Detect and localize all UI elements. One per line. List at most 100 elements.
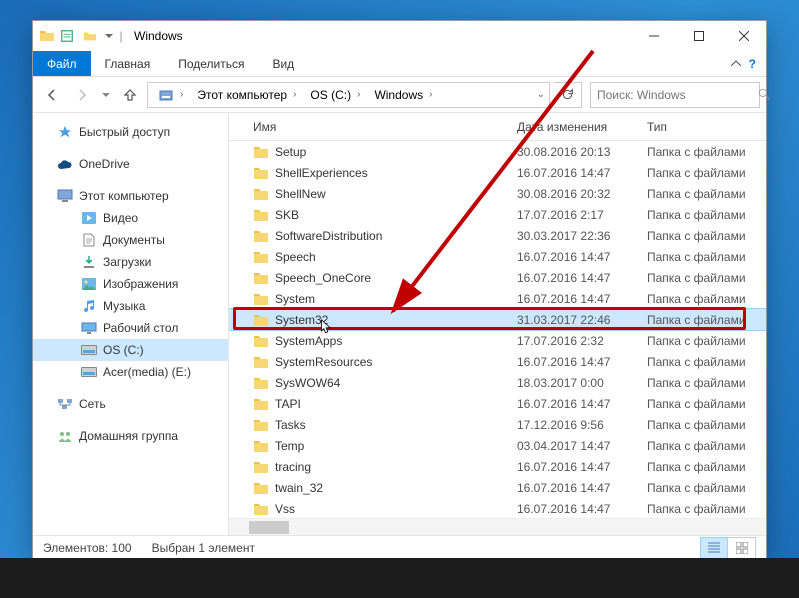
file-name: TAPI [275, 397, 301, 411]
tree-homegroup[interactable]: Домашняя группа [33, 425, 228, 447]
table-row[interactable]: SoftwareDistribution30.03.2017 22:36Папк… [229, 225, 766, 246]
tree-network[interactable]: Сеть [33, 393, 228, 415]
table-row[interactable]: System3231.03.2017 22:46Папка с файлами [229, 309, 766, 330]
table-row[interactable]: Temp03.04.2017 14:47Папка с файлами [229, 435, 766, 456]
tree-onedrive[interactable]: OneDrive [33, 153, 228, 175]
qat-new-folder-button[interactable] [79, 25, 101, 47]
file-date: 17.07.2016 2:17 [509, 208, 639, 222]
up-button[interactable] [117, 82, 143, 108]
table-row[interactable]: Tasks17.12.2016 9:56Папка с файлами [229, 414, 766, 435]
tree-os-c[interactable]: OS (C:) [33, 339, 228, 361]
file-date: 31.03.2017 22:46 [509, 313, 639, 327]
search-input[interactable] [597, 88, 752, 102]
tree-documents[interactable]: Документы [33, 229, 228, 251]
folder-icon [253, 229, 269, 243]
tree-music[interactable]: Музыка [33, 295, 228, 317]
table-row[interactable]: System16.07.2016 14:47Папка с файлами [229, 288, 766, 309]
file-name: SystemApps [275, 334, 342, 348]
refresh-button[interactable] [554, 82, 582, 108]
table-row[interactable]: Speech16.07.2016 14:47Папка с файлами [229, 246, 766, 267]
view-icons-button[interactable] [728, 537, 756, 559]
table-row[interactable]: SysWOW6418.03.2017 0:00Папка с файлами [229, 372, 766, 393]
breadcrumb-folder[interactable]: Windows› [368, 83, 438, 107]
table-row[interactable]: Setup30.08.2016 20:13Папка с файлами [229, 141, 766, 162]
tree-this-pc[interactable]: Этот компьютер [33, 185, 228, 207]
table-row[interactable]: TAPI16.07.2016 14:47Папка с файлами [229, 393, 766, 414]
table-row[interactable]: Vss16.07.2016 14:47Папка с файлами [229, 498, 766, 518]
file-list: Имя Дата изменения Тип Setup30.08.2016 2… [229, 113, 766, 535]
column-headers[interactable]: Имя Дата изменения Тип [229, 113, 766, 141]
file-date: 17.12.2016 9:56 [509, 418, 639, 432]
view-details-button[interactable] [700, 537, 728, 559]
back-button[interactable] [39, 82, 65, 108]
h-scroll-thumb[interactable] [249, 521, 289, 534]
status-selection: Выбран 1 элемент [152, 541, 255, 555]
ribbon-expand-icon[interactable] [731, 59, 741, 69]
file-type: Папка с файлами [639, 481, 766, 495]
folder-icon [253, 145, 269, 159]
file-type: Папка с файлами [639, 271, 766, 285]
file-date: 16.07.2016 14:47 [509, 397, 639, 411]
file-date: 16.07.2016 14:47 [509, 292, 639, 306]
breadcrumb-root-icon[interactable]: › [152, 83, 189, 107]
breadcrumb[interactable]: › Этот компьютер› OS (C:)› Windows› ⌄ [147, 82, 550, 108]
col-date[interactable]: Дата изменения [509, 120, 639, 134]
folder-icon [253, 208, 269, 222]
file-type: Папка с файлами [639, 376, 766, 390]
breadcrumb-pc[interactable]: Этот компьютер› [191, 83, 302, 107]
folder-icon [253, 439, 269, 453]
folder-icon [253, 187, 269, 201]
table-row[interactable]: ShellNew30.08.2016 20:32Папка с файлами [229, 183, 766, 204]
file-type: Папка с файлами [639, 187, 766, 201]
folder-icon [253, 460, 269, 474]
table-row[interactable]: Speech_OneCore16.07.2016 14:47Папка с фа… [229, 267, 766, 288]
search-box[interactable] [590, 82, 760, 108]
minimize-button[interactable] [631, 21, 676, 51]
tree-downloads[interactable]: Загрузки [33, 251, 228, 273]
tree-acer-e[interactable]: Acer(media) (E:) [33, 361, 228, 383]
file-date: 16.07.2016 14:47 [509, 271, 639, 285]
forward-button[interactable] [69, 82, 95, 108]
table-row[interactable]: SKB17.07.2016 2:17Папка с файлами [229, 204, 766, 225]
nav-tree[interactable]: Быстрый доступ OneDrive Этот компьютер В… [33, 113, 229, 535]
file-type: Папка с файлами [639, 229, 766, 243]
status-bar: Элементов: 100 Выбран 1 элемент [33, 535, 766, 559]
file-type: Папка с файлами [639, 439, 766, 453]
tab-view[interactable]: Вид [258, 51, 308, 76]
file-date: 16.07.2016 14:47 [509, 502, 639, 516]
table-row[interactable]: ShellExperiences16.07.2016 14:47Папка с … [229, 162, 766, 183]
taskbar[interactable] [0, 558, 799, 598]
ribbon-help-icon[interactable]: ? [749, 57, 756, 71]
network-icon [57, 396, 73, 412]
file-name: System32 [275, 313, 328, 327]
tree-video[interactable]: Видео [33, 207, 228, 229]
file-date: 30.03.2017 22:36 [509, 229, 639, 243]
tab-home[interactable]: Главная [91, 51, 165, 76]
table-row[interactable]: SystemApps17.07.2016 2:32Папка с файлами [229, 330, 766, 351]
file-type: Папка с файлами [639, 208, 766, 222]
tab-share[interactable]: Поделиться [164, 51, 258, 76]
tree-quick-access[interactable]: Быстрый доступ [33, 121, 228, 143]
table-row[interactable]: twain_3216.07.2016 14:47Папка с файлами [229, 477, 766, 498]
col-name[interactable]: Имя [229, 120, 509, 134]
file-rows[interactable]: Setup30.08.2016 20:13Папка с файламиShel… [229, 141, 766, 518]
breadcrumb-dropdown-icon[interactable]: ⌄ [537, 89, 545, 100]
cloud-icon [57, 156, 73, 172]
tree-desktop[interactable]: Рабочий стол [33, 317, 228, 339]
file-type: Папка с файлами [639, 460, 766, 474]
col-type[interactable]: Тип [639, 120, 766, 134]
close-button[interactable] [721, 21, 766, 51]
tree-pictures[interactable]: Изображения [33, 273, 228, 295]
file-name: System [275, 292, 315, 306]
file-name: Speech [275, 250, 316, 264]
qat-properties-button[interactable] [56, 25, 78, 47]
table-row[interactable]: tracing16.07.2016 14:47Папка с файлами [229, 456, 766, 477]
recent-dropdown-icon[interactable] [99, 82, 113, 108]
h-scrollbar[interactable] [229, 518, 766, 535]
maximize-button[interactable] [676, 21, 721, 51]
tab-file[interactable]: Файл [33, 51, 91, 76]
breadcrumb-drive[interactable]: OS (C:)› [304, 83, 366, 107]
qat-dropdown-icon[interactable] [102, 25, 116, 47]
table-row[interactable]: SystemResources16.07.2016 14:47Папка с ф… [229, 351, 766, 372]
file-type: Папка с файлами [639, 418, 766, 432]
